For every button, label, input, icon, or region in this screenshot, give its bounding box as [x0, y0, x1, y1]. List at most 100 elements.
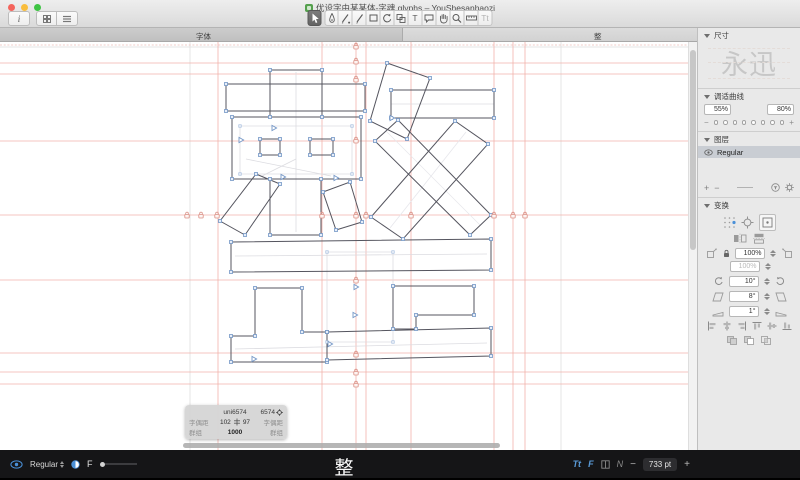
guide-lock-icon[interactable]	[185, 214, 189, 218]
disclosure-icon[interactable]	[704, 34, 710, 38]
node[interactable]	[269, 178, 272, 181]
node[interactable]	[490, 327, 493, 330]
node[interactable]	[326, 331, 329, 334]
boolean-subtract-icon[interactable]	[743, 335, 755, 346]
boolean-union-icon[interactable]	[726, 335, 738, 346]
edit-canvas[interactable]: uni6574 6574 字偶距 102 97 字偶距 群组 1000 群组	[0, 42, 688, 450]
node[interactable]	[321, 116, 324, 119]
draw-tool-button[interactable]	[339, 10, 353, 26]
guide-lock-icon[interactable]	[354, 353, 358, 357]
node[interactable]	[230, 361, 233, 364]
fit-curve-min-input[interactable]	[704, 104, 731, 115]
fit-curve-step[interactable]	[780, 120, 785, 125]
skeleton-node[interactable]	[392, 341, 394, 343]
node[interactable]	[332, 154, 335, 157]
layer-row-regular[interactable]: Regular	[698, 146, 800, 158]
node[interactable]	[493, 117, 496, 120]
measure-tool-button[interactable]	[465, 10, 479, 26]
node[interactable]	[320, 234, 323, 237]
node[interactable]	[279, 138, 282, 141]
fit-curve-minus[interactable]: −	[704, 118, 709, 127]
skeleton-node[interactable]	[239, 173, 241, 175]
node[interactable]	[473, 314, 476, 317]
zoom-value[interactable]: 733 pt	[643, 458, 677, 471]
node[interactable]	[326, 359, 329, 362]
nodes-toggle[interactable]: N	[617, 459, 624, 469]
right-sidebearing-value[interactable]: 97	[243, 419, 250, 426]
align-middle-icon[interactable]	[767, 321, 777, 331]
guide-lock-icon[interactable]	[320, 214, 324, 218]
guide-lock-icon[interactable]	[354, 60, 358, 64]
fit-curve-step[interactable]	[714, 120, 719, 125]
node[interactable]	[254, 335, 257, 338]
node[interactable]	[259, 154, 262, 157]
fit-curve-step[interactable]	[742, 120, 747, 125]
grid-view-button[interactable]	[36, 11, 57, 26]
eye-icon[interactable]	[704, 149, 713, 156]
add-layer-button[interactable]: +	[704, 183, 709, 193]
slant-horizontal-left-icon[interactable]	[712, 307, 724, 317]
align-center-horizontal-icon[interactable]	[722, 321, 732, 331]
align-top-icon[interactable]	[752, 321, 762, 331]
guide-lock-icon[interactable]	[354, 214, 358, 218]
node[interactable]	[429, 77, 432, 80]
zoom-tool-button[interactable]	[451, 10, 465, 26]
scale-down-icon[interactable]	[706, 248, 718, 259]
guide-lock-icon[interactable]	[409, 214, 413, 218]
node[interactable]	[361, 221, 364, 224]
node[interactable]	[370, 216, 373, 219]
node[interactable]	[493, 89, 496, 92]
node[interactable]	[469, 234, 472, 237]
slant-right-icon[interactable]	[775, 292, 787, 302]
node[interactable]	[225, 110, 228, 113]
node[interactable]	[320, 178, 323, 181]
node[interactable]	[374, 140, 377, 143]
slant2-stepper[interactable]	[764, 308, 770, 315]
fit-curve-step[interactable]	[733, 120, 738, 125]
instructor-tool-button[interactable]: Tt	[479, 10, 493, 26]
guide-lock-icon[interactable]	[511, 214, 515, 218]
node[interactable]	[244, 234, 247, 237]
truetype-hints-toggle[interactable]: Tt	[573, 459, 582, 469]
node[interactable]	[269, 116, 272, 119]
glyph-canvas-svg[interactable]	[0, 42, 688, 450]
node[interactable]	[322, 191, 325, 194]
node[interactable]	[231, 116, 234, 119]
guide-lock-icon[interactable]	[354, 78, 358, 82]
node[interactable]	[301, 331, 304, 334]
node[interactable]	[255, 173, 258, 176]
fit-curve-max-input[interactable]	[767, 104, 794, 115]
node[interactable]	[230, 271, 233, 274]
node[interactable]	[364, 83, 367, 86]
scale-tool-button[interactable]	[395, 10, 409, 26]
slant-left-icon[interactable]	[712, 292, 724, 302]
tab-glyph-edit[interactable]	[403, 28, 697, 42]
guide-lock-icon[interactable]	[364, 214, 368, 218]
tab-glyph-label[interactable]: 整	[594, 31, 602, 42]
node[interactable]	[230, 241, 233, 244]
guide-lock-icon[interactable]	[354, 279, 358, 283]
grid-toggle-icon[interactable]	[601, 460, 610, 469]
fit-curve-plus[interactable]: +	[789, 118, 794, 127]
node[interactable]	[454, 120, 457, 123]
rotate-tool-button[interactable]	[381, 10, 395, 26]
vertical-scrollbar[interactable]	[688, 42, 697, 450]
fit-curve-step[interactable]	[751, 120, 756, 125]
node[interactable]	[279, 154, 282, 157]
guide-lock-icon[interactable]	[215, 214, 219, 218]
node[interactable]	[473, 285, 476, 288]
guide-lock-icon[interactable]	[523, 214, 527, 218]
fit-curve-step[interactable]	[770, 120, 775, 125]
skeleton-node[interactable]	[351, 173, 353, 175]
rotate-ccw-icon[interactable]	[713, 276, 724, 287]
list-view-button[interactable]	[57, 11, 78, 26]
node[interactable]	[490, 355, 493, 358]
slant-input[interactable]	[729, 291, 759, 302]
node[interactable]	[392, 285, 395, 288]
features-toggle[interactable]: F	[588, 459, 594, 469]
font-info-button[interactable]: i	[8, 11, 30, 26]
origin-reference-icon[interactable]	[741, 216, 754, 229]
guide-lock-icon[interactable]	[354, 139, 358, 143]
disclosure-icon[interactable]	[704, 95, 710, 99]
rotate-cw-icon[interactable]	[775, 276, 786, 287]
